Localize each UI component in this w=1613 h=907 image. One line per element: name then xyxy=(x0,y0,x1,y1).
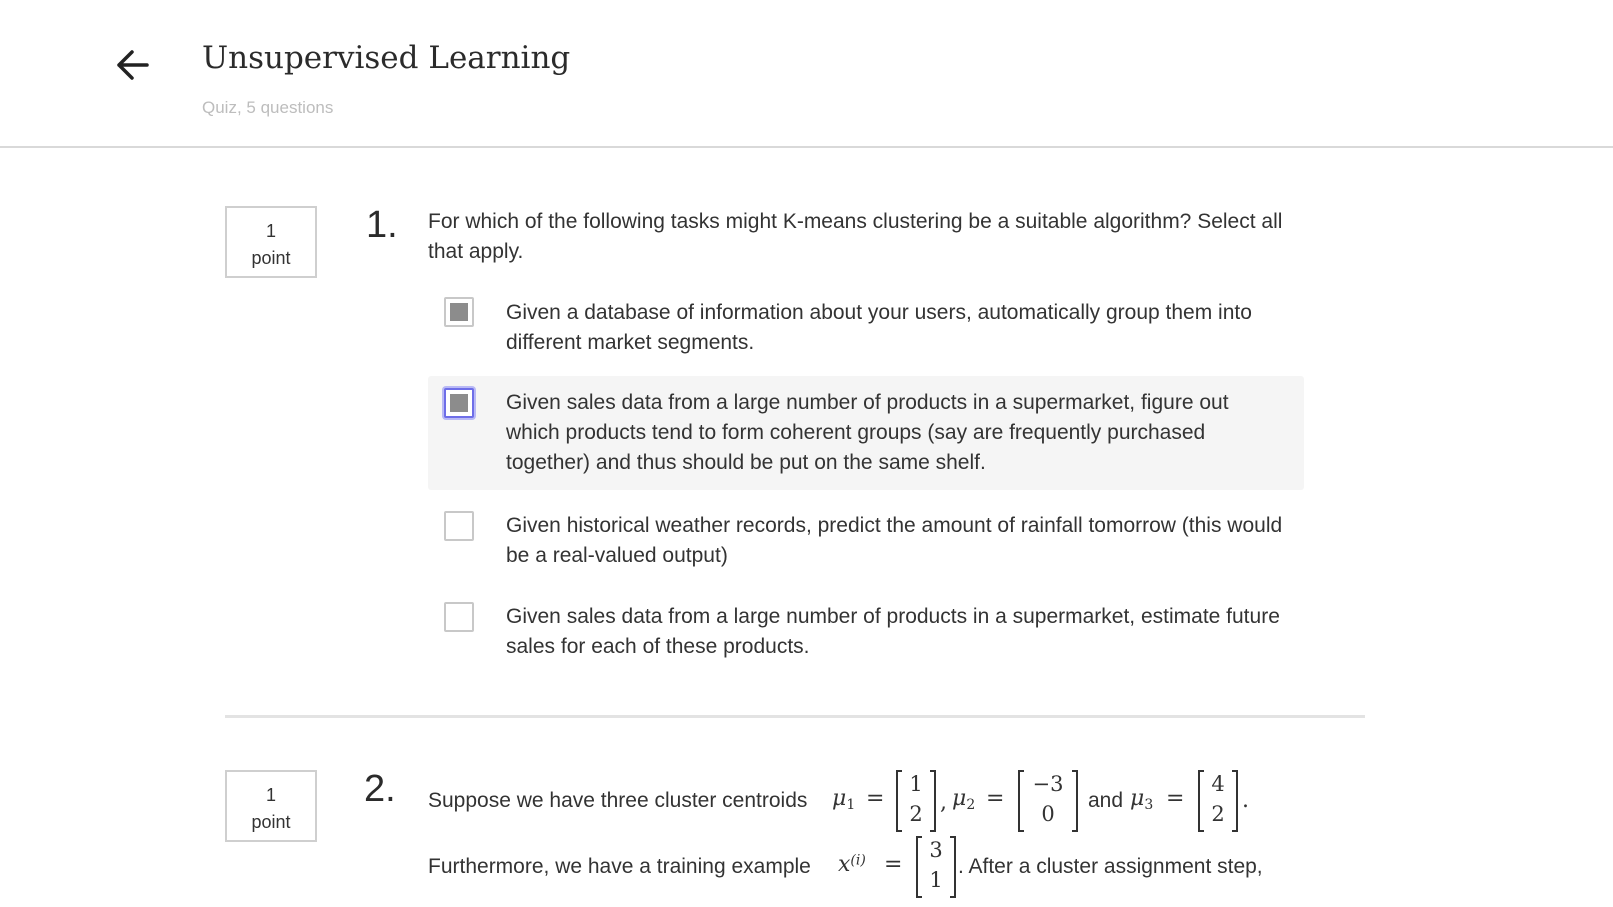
mu3-vector: 4 2 xyxy=(1198,770,1238,834)
points-badge: 1 point xyxy=(225,206,317,278)
option-checkbox[interactable] xyxy=(444,297,474,327)
x-vector: 3 1 xyxy=(916,836,956,900)
question-number: 2. xyxy=(364,768,396,810)
period: . xyxy=(1242,788,1249,813)
question-divider xyxy=(225,715,1365,718)
question-text: Suppose we have three cluster centroids xyxy=(428,789,808,812)
option-checkbox[interactable] xyxy=(444,602,474,632)
back-button[interactable] xyxy=(113,44,153,84)
comma: , xyxy=(940,790,947,815)
equals-sign: = xyxy=(986,786,1005,811)
arrow-left-icon xyxy=(117,50,149,80)
option-checkbox[interactable] xyxy=(444,388,474,418)
mu1-vector: 1 2 xyxy=(896,770,936,834)
question-text: Furthermore, we have a training example xyxy=(428,855,811,878)
points-value: 1 xyxy=(265,785,276,805)
equals-sign: = xyxy=(866,786,885,811)
mu1-symbol: μ1 xyxy=(832,786,856,814)
option-label: Given sales data from a large number of … xyxy=(506,605,1280,658)
answer-option[interactable]: Given historical weather records, predic… xyxy=(428,503,1304,577)
question-text: For which of the following tasks might K… xyxy=(428,210,1283,263)
question-text: . After a cluster assignment step, xyxy=(958,855,1263,878)
quiz-header: Unsupervised Learning Quiz, 5 questions xyxy=(0,0,1613,148)
page-title: Unsupervised Learning xyxy=(202,40,571,76)
equals-sign: = xyxy=(884,852,903,877)
mu2-vector: −3 0 xyxy=(1018,770,1078,834)
answer-option[interactable]: Given a database of information about yo… xyxy=(428,290,1304,364)
question-number: 1. xyxy=(366,204,398,246)
page-subtitle: Quiz, 5 questions xyxy=(202,98,334,117)
x-symbol: x(i) xyxy=(838,852,866,877)
equals-sign: = xyxy=(1166,786,1185,811)
option-checkbox[interactable] xyxy=(444,511,474,541)
answer-option[interactable]: Given sales data from a large number of … xyxy=(428,376,1304,490)
and-word: and xyxy=(1088,789,1124,812)
option-label: Given historical weather records, predic… xyxy=(506,514,1283,567)
answer-option[interactable]: Given sales data from a large number of … xyxy=(428,594,1304,668)
option-label: Given sales data from a large number of … xyxy=(506,391,1229,474)
points-unit: point xyxy=(251,248,291,268)
option-label: Given a database of information about yo… xyxy=(506,301,1252,354)
mu2-symbol: μ2 xyxy=(952,786,976,814)
points-unit: point xyxy=(251,812,291,832)
points-badge: 1 point xyxy=(225,770,317,842)
mu3-symbol: μ3 xyxy=(1130,786,1154,814)
points-value: 1 xyxy=(265,221,276,241)
